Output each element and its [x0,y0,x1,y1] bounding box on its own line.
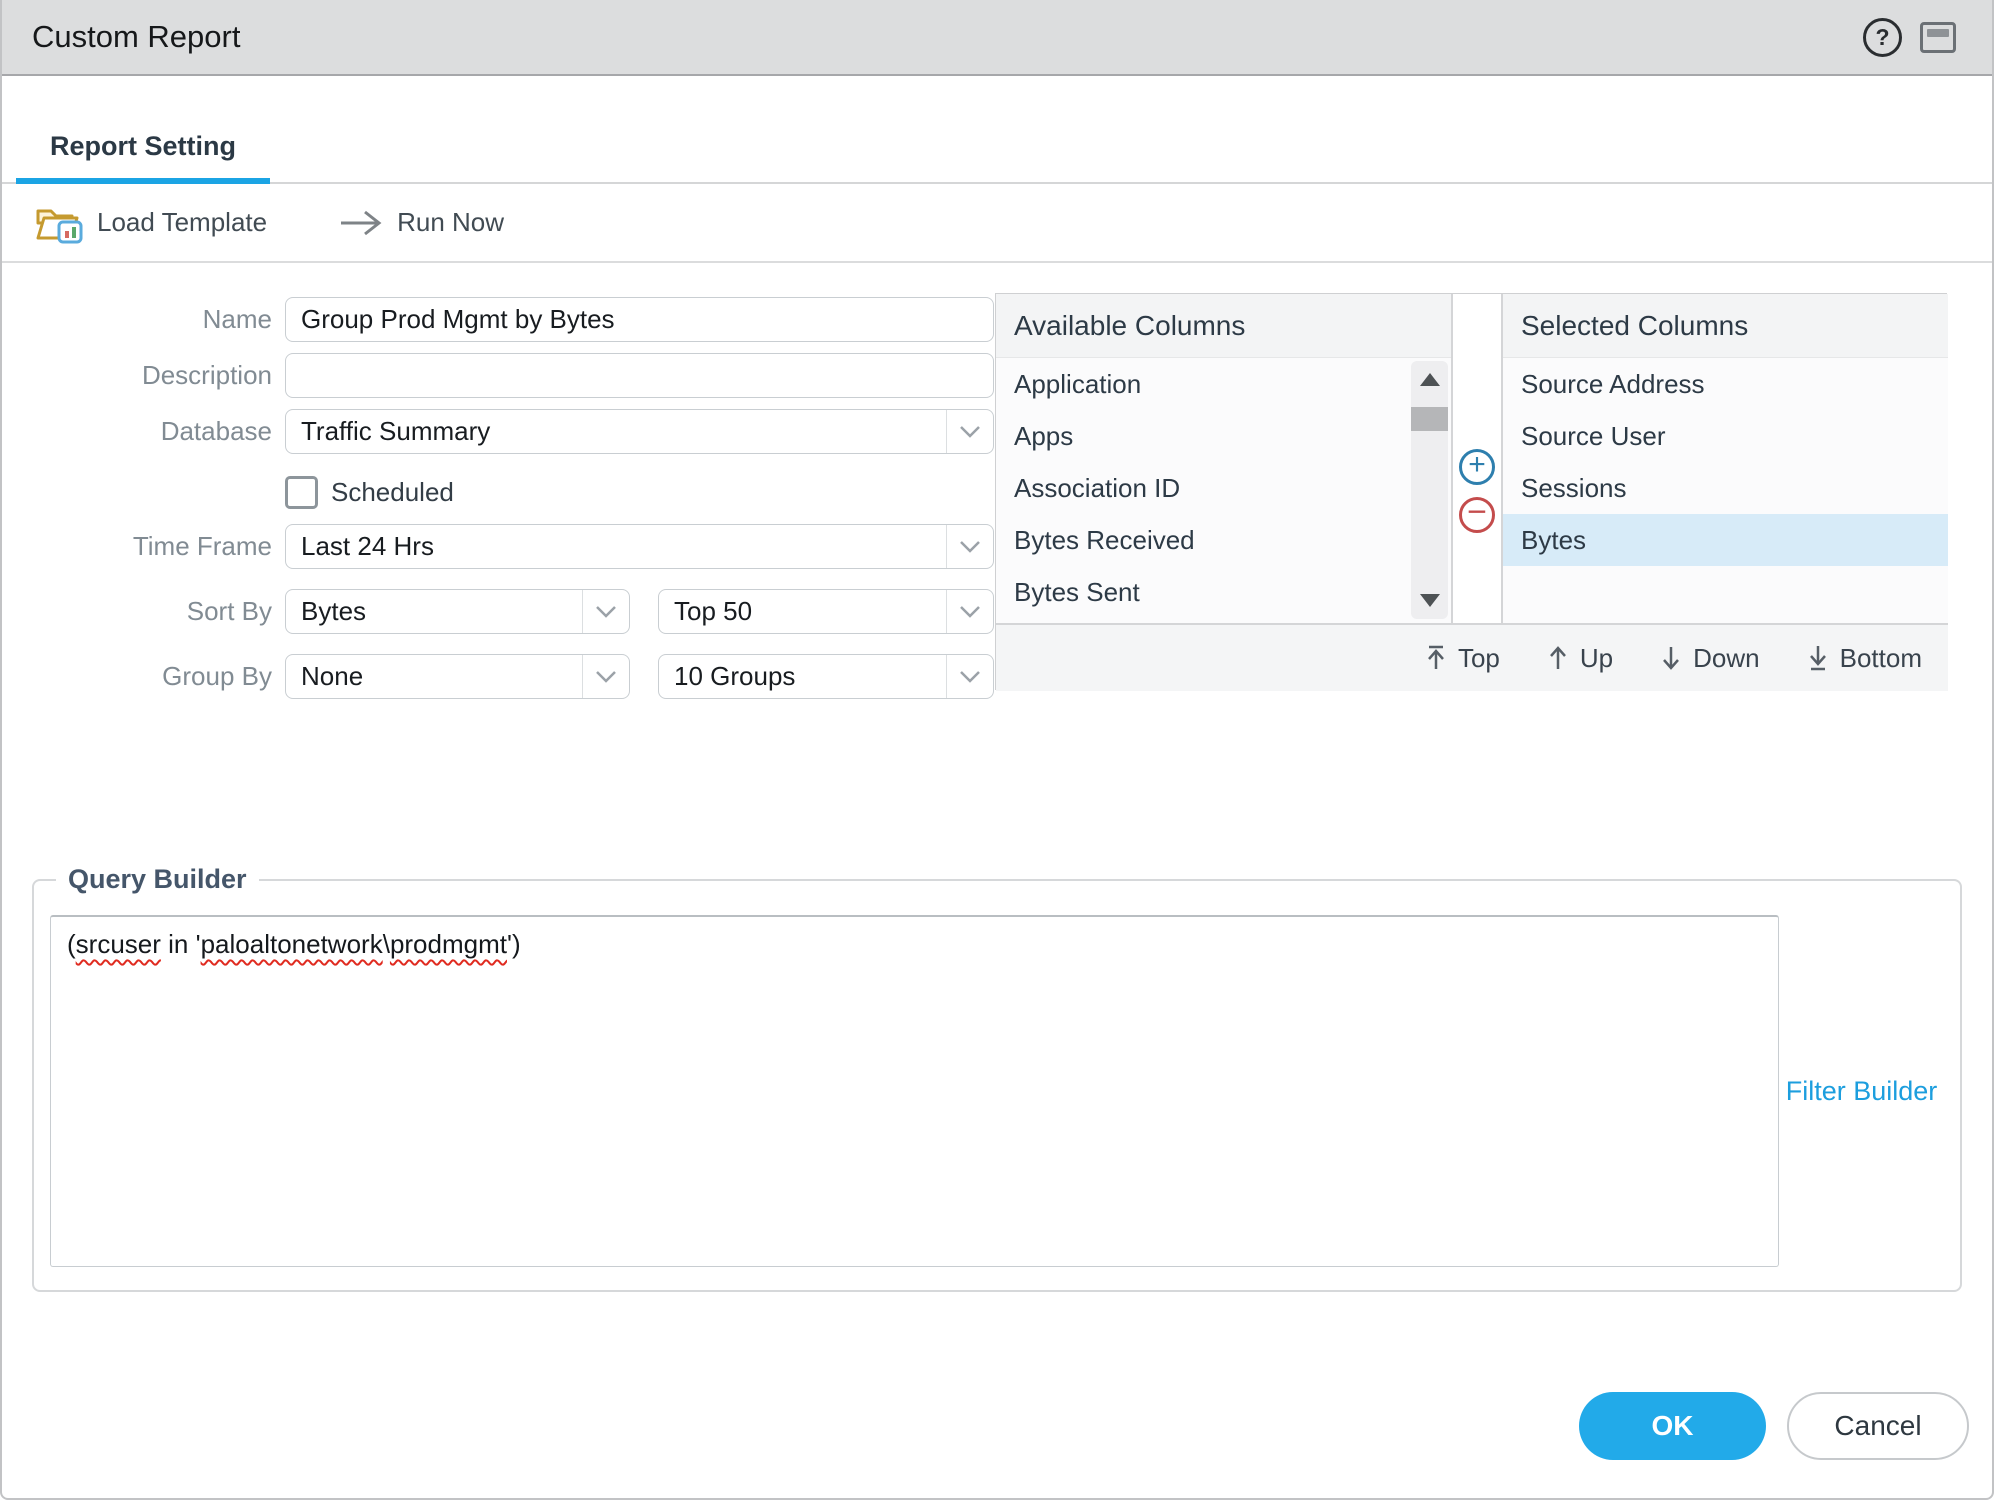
dialog-title: Custom Report [32,19,240,55]
sort-by-row: Sort By Bytes Top 50 [2,589,994,634]
name-row: Name Group Prod Mgmt by Bytes [2,297,994,342]
scrollbar[interactable] [1411,361,1448,619]
group-by-select[interactable]: None [285,654,630,699]
selected-columns-header: Selected Columns [1503,294,1948,358]
database-label: Database [2,416,285,447]
description-label: Description [2,360,285,391]
arrow-to-bottom-icon [1806,644,1830,672]
chevron-down-icon [946,655,993,698]
remove-column-icon[interactable]: − [1459,497,1495,533]
move-up-button[interactable]: Up [1546,643,1613,674]
group-by-value: None [301,661,363,692]
scheduled-label: Scheduled [331,477,454,508]
tab-report-setting[interactable]: Report Setting [16,131,270,184]
cancel-button[interactable]: Cancel [1787,1392,1969,1460]
list-item[interactable]: Source Address [1503,358,1948,410]
arrow-down-icon [1659,644,1683,672]
filter-builder-link[interactable]: Filter Builder [1779,1076,1944,1107]
available-columns-list: ApplicationAppsAssociation IDBytes Recei… [996,358,1451,623]
sort-by-label: Sort By [2,596,285,627]
time-frame-row: Time Frame Last 24 Hrs [2,524,994,569]
scheduled-row: Scheduled [2,475,994,510]
group-by-row: Group By None 10 Groups [2,654,994,699]
sort-by-value: Bytes [301,596,366,627]
list-item[interactable]: Bytes Sent [996,566,1451,618]
database-select[interactable]: Traffic Summary [285,409,994,454]
titlebar-icons: ? [1863,18,1956,57]
group-by-count-select[interactable]: 10 Groups [658,654,994,699]
time-frame-label: Time Frame [2,531,285,562]
time-frame-value: Last 24 Hrs [301,531,434,562]
sort-by-limit-value: Top 50 [674,596,752,627]
query-token: \ [383,929,390,959]
group-by-count-value: 10 Groups [674,661,795,692]
run-now-arrow-icon [339,208,383,238]
scroll-down-icon[interactable] [1420,594,1440,607]
run-now-label: Run Now [397,207,504,238]
add-remove-strip: + − [1451,358,1503,623]
scheduled-checkbox[interactable] [285,476,318,509]
query-token-misspelled: prodmgmt [390,929,507,959]
description-row: Description [2,353,994,398]
list-item[interactable]: Bytes Received [996,514,1451,566]
toolbar: Load Template Run Now [2,184,1992,263]
query-token: in ' [161,929,201,959]
list-item[interactable]: Source User [1503,410,1948,462]
title-bar: Custom Report ? [2,0,1992,76]
tab-bar: Report Setting [2,74,1992,184]
ok-button[interactable]: OK [1579,1392,1766,1460]
window-icon-bar [1927,29,1949,37]
list-item[interactable]: Apps [996,410,1451,462]
load-template-folder-icon [35,202,83,244]
list-item[interactable]: Bytes [1503,514,1948,566]
scroll-up-icon[interactable] [1420,373,1440,386]
available-columns-header: Available Columns [996,294,1451,358]
list-item[interactable]: Application [996,358,1451,410]
chevron-down-icon [946,525,993,568]
query-builder-legend: Query Builder [56,864,259,895]
sort-by-select[interactable]: Bytes [285,589,630,634]
move-down-button[interactable]: Down [1659,643,1759,674]
list-item[interactable]: Association ID [996,462,1451,514]
query-builder-fieldset: Query Builder (srcuser in 'paloaltonetwo… [32,864,1962,1292]
add-column-icon[interactable]: + [1459,449,1495,485]
columns-widget: Available Columns Selected Columns Appli… [995,293,1947,690]
description-input[interactable] [285,353,994,398]
query-token-misspelled: paloaltonetwork [201,929,383,959]
load-template-label: Load Template [97,207,267,238]
query-token: ( [67,929,76,959]
database-row: Database Traffic Summary [2,409,994,454]
window-maximize-icon[interactable] [1920,22,1956,53]
move-bottom-button[interactable]: Bottom [1806,643,1922,674]
time-frame-select[interactable]: Last 24 Hrs [285,524,994,569]
query-token-misspelled: srcuser [76,929,161,959]
custom-report-dialog: Custom Report ? Report Setting Load Temp… [0,0,1994,1500]
chevron-down-icon [582,655,629,698]
report-settings-form: Name Group Prod Mgmt by Bytes Descriptio… [2,265,994,699]
column-order-toolbar: Top Up Down [996,623,1948,691]
move-top-button[interactable]: Top [1424,643,1500,674]
arrow-up-icon [1546,644,1570,672]
chevron-down-icon [946,590,993,633]
help-icon[interactable]: ? [1863,18,1902,57]
scrollbar-thumb[interactable] [1411,407,1448,431]
selected-columns-list: Source AddressSource UserSessionsBytes [1503,358,1948,623]
run-now-button[interactable]: Run Now [339,207,504,238]
query-input[interactable]: (srcuser in 'paloaltonetwork\prodmgmt') [50,915,1779,1267]
arrow-to-top-icon [1424,644,1448,672]
database-value: Traffic Summary [301,416,490,447]
chevron-down-icon [582,590,629,633]
query-token: ') [507,929,521,959]
sort-by-limit-select[interactable]: Top 50 [658,589,994,634]
name-input[interactable]: Group Prod Mgmt by Bytes [285,297,994,342]
list-item[interactable]: Sessions [1503,462,1948,514]
tab-report-setting-label: Report Setting [50,131,236,161]
load-template-button[interactable]: Load Template [35,202,267,244]
group-by-label: Group By [2,661,285,692]
name-label: Name [2,304,285,335]
chevron-down-icon [946,410,993,453]
